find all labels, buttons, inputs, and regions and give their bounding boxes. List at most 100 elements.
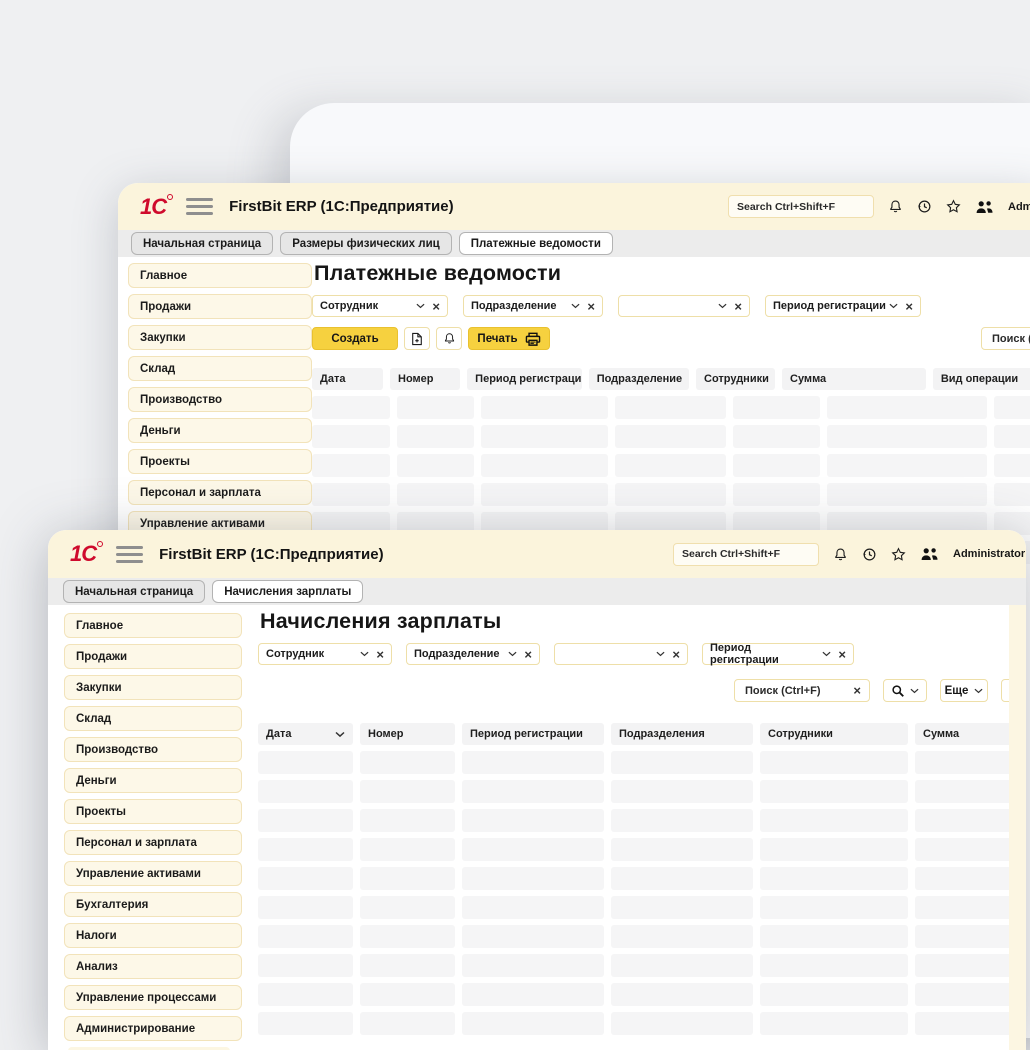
reminder-button[interactable] <box>436 327 462 350</box>
copy-document-button[interactable] <box>404 327 430 350</box>
table-row[interactable] <box>258 925 1026 948</box>
current-user[interactable]: Administrator <box>953 548 1025 560</box>
sidebar-item-analysis[interactable]: Анализ <box>64 954 242 979</box>
history-icon[interactable] <box>917 199 932 214</box>
column-header-employees[interactable]: Сотрудники <box>696 368 775 390</box>
global-search-input[interactable] <box>673 543 819 566</box>
table-cell-placeholder <box>915 954 1023 977</box>
filter-employee[interactable]: Сотрудник × <box>312 295 448 317</box>
sidebar-item-money[interactable]: Деньги <box>128 418 312 443</box>
column-header-number[interactable]: Номер <box>360 723 455 745</box>
column-header-amount[interactable]: Сумма <box>782 368 926 390</box>
table-row[interactable] <box>258 896 1026 919</box>
column-header-date[interactable]: Дата <box>258 723 353 745</box>
sidebar-item-assets[interactable]: Управление активами <box>64 861 242 886</box>
search-options-button[interactable] <box>883 679 927 702</box>
table-row[interactable] <box>258 867 1026 890</box>
filter-registration-period[interactable]: Период регистрации × <box>765 295 921 317</box>
filter-department[interactable]: Подразделение × <box>406 643 540 665</box>
table-row[interactable] <box>258 954 1026 977</box>
filter-department[interactable]: Подразделение × <box>463 295 603 317</box>
print-button[interactable]: Печать <box>468 327 550 350</box>
sidebar-item-sales[interactable]: Продажи <box>64 644 242 669</box>
main-menu-icon[interactable] <box>186 198 213 215</box>
column-header-employees[interactable]: Сотрудники <box>760 723 908 745</box>
list-search-input-wrap[interactable]: × <box>981 327 1030 350</box>
column-header-reg-period[interactable]: Период регистрации <box>467 368 582 390</box>
column-header-departments[interactable]: Подразделения <box>611 723 753 745</box>
column-header-date[interactable]: Дата <box>312 368 383 390</box>
filter-registration-period[interactable]: Период регистрации × <box>702 643 854 665</box>
tab-home[interactable]: Начальная страница <box>63 580 205 603</box>
sidebar-item-administration[interactable]: Администрирование <box>64 1016 242 1041</box>
sidebar-item-main[interactable]: Главное <box>128 263 312 288</box>
sidebar-item-taxes[interactable]: Налоги <box>64 923 242 948</box>
more-button[interactable]: Еще <box>940 679 988 702</box>
tab-home[interactable]: Начальная страница <box>131 232 273 255</box>
table-row[interactable] <box>258 780 1026 803</box>
create-button[interactable]: Создать <box>312 327 398 350</box>
table-row[interactable] <box>258 809 1026 832</box>
table-cell-placeholder <box>733 454 820 477</box>
sidebar-item-purchases[interactable]: Закупки <box>64 675 242 700</box>
sidebar-item-production[interactable]: Производство <box>128 387 312 412</box>
sidebar-item-hr[interactable]: Персонал и зарплата <box>128 480 312 505</box>
sidebar-item-process-mgmt[interactable]: Управление процессами <box>64 985 242 1010</box>
1c-logo: 1С <box>70 543 96 565</box>
sidebar-item-sales[interactable]: Продажи <box>128 294 312 319</box>
table-row[interactable] <box>312 396 1030 419</box>
table-row[interactable] <box>312 454 1030 477</box>
column-header-department[interactable]: Подразделение <box>589 368 689 390</box>
history-icon[interactable] <box>862 547 877 562</box>
column-header-operation[interactable]: Вид операции <box>933 368 1030 390</box>
main-menu-icon[interactable] <box>116 546 143 563</box>
table-cell-placeholder <box>915 838 1023 861</box>
sidebar-item-warehouse[interactable]: Склад <box>128 356 312 381</box>
window-content: Главное Продажи Закупки Склад Производст… <box>48 605 1026 1050</box>
column-header-number[interactable]: Номер <box>390 368 460 390</box>
sidebar-item-accounting[interactable]: Бухгалтерия <box>64 892 242 917</box>
sidebar-item-production[interactable]: Производство <box>64 737 242 762</box>
favorites-star-icon[interactable] <box>946 199 961 214</box>
table-row[interactable] <box>258 1012 1026 1035</box>
sidebar-item-projects[interactable]: Проекты <box>64 799 242 824</box>
filter-empty[interactable]: × <box>554 643 688 665</box>
favorites-star-icon[interactable] <box>891 547 906 562</box>
tab-payment-sheets[interactable]: Платежные ведомости <box>459 232 613 255</box>
sidebar-item-projects[interactable]: Проекты <box>128 449 312 474</box>
vertical-scroll-gutter[interactable] <box>1009 605 1026 1050</box>
table-cell-placeholder <box>258 809 353 832</box>
page-title: Платежные ведомости <box>314 261 1030 286</box>
sidebar-item-warehouse[interactable]: Склад <box>64 706 242 731</box>
global-search-input[interactable] <box>728 195 874 218</box>
notifications-bell-icon[interactable] <box>888 199 903 214</box>
tab-salary-accruals[interactable]: Начисления зарплаты <box>212 580 363 603</box>
table-cell-placeholder <box>462 809 604 832</box>
table-cell-placeholder <box>615 454 726 477</box>
filter-empty[interactable]: × <box>618 295 750 317</box>
sidebar-item-money[interactable]: Деньги <box>64 768 242 793</box>
table-row[interactable] <box>258 838 1026 861</box>
sidebar-item-hr[interactable]: Персонал и зарплата <box>64 830 242 855</box>
table-row[interactable] <box>312 483 1030 506</box>
sidebar-item-purchases[interactable]: Закупки <box>128 325 312 350</box>
table-row[interactable] <box>258 983 1026 1006</box>
table-row[interactable] <box>258 751 1026 774</box>
users-icon[interactable] <box>975 200 994 214</box>
tab-body-sizes[interactable]: Размеры физических лиц <box>280 232 452 255</box>
table-cell-placeholder <box>760 867 908 890</box>
filter-employee[interactable]: Сотрудник × <box>258 643 392 665</box>
table-cell-placeholder <box>915 809 1023 832</box>
users-icon[interactable] <box>920 547 939 561</box>
list-search-input[interactable] <box>990 332 1030 346</box>
app-title: FirstBit ERP (1С:Предприятие) <box>229 198 453 215</box>
sidebar-item-main[interactable]: Главное <box>64 613 242 638</box>
column-header-amount[interactable]: Сумма <box>915 723 1023 745</box>
notifications-bell-icon[interactable] <box>833 547 848 562</box>
current-user[interactable]: Administrator <box>1008 201 1030 213</box>
list-search-input-wrap[interactable]: × <box>734 679 870 702</box>
column-header-reg-period[interactable]: Период регистрации <box>462 723 604 745</box>
table-row[interactable] <box>312 425 1030 448</box>
table-cell-placeholder <box>481 396 608 419</box>
list-search-input[interactable] <box>743 684 846 698</box>
